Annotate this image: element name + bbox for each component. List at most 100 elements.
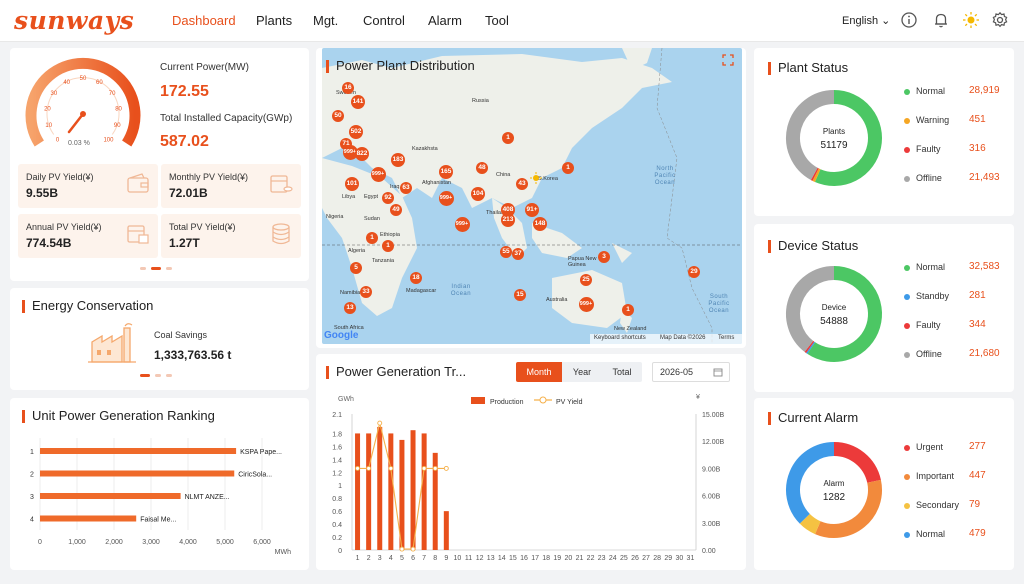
nav-control[interactable]: Control <box>363 13 405 28</box>
nav-tool[interactable]: Tool <box>485 13 509 28</box>
plant-cluster-marker[interactable]: 999+ <box>438 190 454 206</box>
plant-cluster-marker[interactable]: 3 <box>598 251 610 263</box>
plant-cluster-marker[interactable]: 49 <box>390 204 402 216</box>
plant-cluster-marker[interactable]: 148 <box>533 217 547 231</box>
terms-link[interactable]: Terms <box>718 335 734 341</box>
bell-icon[interactable] <box>932 11 950 29</box>
plant-cluster-marker[interactable]: 1 <box>382 240 394 252</box>
keyboard-shortcuts-link[interactable]: Keyboard shortcuts <box>594 335 646 341</box>
plant-cluster-marker[interactable]: 63 <box>400 182 412 194</box>
plant-cluster-marker[interactable]: 1 <box>502 132 514 144</box>
legend-secondary[interactable]: Secondary <box>904 500 959 510</box>
plant-cluster-marker[interactable]: 213 <box>501 213 515 227</box>
plant-cluster-marker[interactable]: 1 <box>366 232 378 244</box>
plant-cluster-marker[interactable]: 37 <box>512 248 524 260</box>
donut-segment[interactable] <box>833 442 881 484</box>
plant-cluster-marker[interactable]: 1 <box>622 304 634 316</box>
nav-dashboard[interactable]: Dashboard <box>172 13 236 28</box>
production-bar[interactable] <box>355 433 361 550</box>
language-select[interactable]: English ⌄ <box>842 14 890 27</box>
plant-cluster-marker[interactable]: 25 <box>580 274 592 286</box>
yield-point[interactable] <box>399 546 405 552</box>
nav-mgt[interactable]: Mgt. <box>313 13 338 28</box>
plant-cluster-marker[interactable]: 29 <box>688 266 700 278</box>
donut-segment[interactable] <box>814 90 882 186</box>
production-bar[interactable] <box>443 511 449 550</box>
legend-faulty[interactable]: Faulty <box>904 144 941 154</box>
legend-normal[interactable]: Normal <box>904 86 945 96</box>
donut-segment[interactable] <box>812 168 821 183</box>
plant-cluster-marker[interactable]: 50 <box>332 110 344 122</box>
plant-cluster-marker[interactable]: 183 <box>391 153 405 167</box>
legend-urgent[interactable]: Urgent <box>904 442 943 452</box>
legend-offline[interactable]: Offline <box>904 349 942 359</box>
plant-cluster-marker[interactable]: 91+ <box>525 203 539 217</box>
donut-segment[interactable] <box>806 341 816 354</box>
yield-point[interactable] <box>443 465 449 471</box>
right-axis-unit: ¥ <box>696 394 700 401</box>
production-bar[interactable] <box>366 433 372 550</box>
plant-cluster-marker[interactable]: 43 <box>516 178 528 190</box>
donut-segment[interactable] <box>810 167 819 181</box>
plant-cluster-marker[interactable]: 15 <box>514 289 526 301</box>
plant-cluster-marker[interactable]: 18 <box>410 272 422 284</box>
info-icon[interactable] <box>900 11 918 29</box>
legend-offline[interactable]: Offline <box>904 173 942 183</box>
legend-important[interactable]: Important <box>904 471 954 481</box>
yield-point[interactable] <box>388 465 394 471</box>
plant-cluster-marker[interactable]: 999+ <box>370 166 386 182</box>
plant-cluster-marker[interactable]: 999+ <box>578 296 594 312</box>
plant-cluster-marker[interactable]: 141 <box>351 95 365 109</box>
yield-point[interactable] <box>355 465 360 471</box>
plant-cluster-marker[interactable]: 1 <box>562 162 574 174</box>
donut-segment[interactable] <box>807 266 882 362</box>
energy-pager[interactable] <box>140 374 172 377</box>
plant-cluster-marker[interactable]: 33 <box>360 286 372 298</box>
yield-point[interactable] <box>377 420 383 426</box>
legend-normal[interactable]: Normal <box>904 262 945 272</box>
legend-faulty[interactable]: Faulty <box>904 320 941 330</box>
plant-cluster-marker[interactable]: 16 <box>342 82 354 94</box>
legend-production-swatch[interactable] <box>471 397 485 404</box>
nav-plants[interactable]: Plants <box>256 13 292 28</box>
plant-cluster-marker[interactable]: 101 <box>345 177 359 191</box>
legend-normal[interactable]: Normal <box>904 529 945 539</box>
donut-segment[interactable] <box>815 479 882 538</box>
production-bar[interactable] <box>388 433 394 550</box>
plant-cluster-marker[interactable]: 48 <box>476 162 488 174</box>
yield-point[interactable] <box>410 546 416 552</box>
rank-bar[interactable] <box>40 470 235 477</box>
plant-cluster-marker[interactable]: 999+ <box>454 216 470 232</box>
plant-cluster-marker[interactable]: 92 <box>382 192 394 204</box>
nav-alarm[interactable]: Alarm <box>428 13 462 28</box>
plant-cluster-marker[interactable]: 55 <box>500 246 512 258</box>
legend-standby[interactable]: Standby <box>904 291 949 301</box>
alarm-title: Current Alarm <box>767 410 859 425</box>
fullscreen-icon[interactable] <box>722 54 734 66</box>
plant-cluster-marker[interactable]: 104 <box>471 187 485 201</box>
yield-point[interactable] <box>366 465 372 471</box>
donut-segment[interactable] <box>799 513 821 535</box>
x-tick-label: 17 <box>531 555 539 562</box>
rank-bar[interactable] <box>40 448 237 454</box>
plant-cluster-marker[interactable]: 822 <box>355 147 369 161</box>
production-bar[interactable] <box>410 430 416 550</box>
yield-point[interactable] <box>421 465 427 471</box>
gear-icon[interactable] <box>991 11 1009 29</box>
donut-segment[interactable] <box>804 340 815 354</box>
yield-point[interactable] <box>432 465 438 471</box>
plant-cluster-marker[interactable]: 165 <box>439 165 453 179</box>
legend-warning[interactable]: Warning <box>904 115 949 125</box>
rank-bar[interactable] <box>40 515 137 522</box>
sunways-logo[interactable]: sunways <box>14 6 134 35</box>
overview-pager[interactable] <box>140 267 172 270</box>
world-map[interactable]: Russia Sweden Kazakhsta China S.Korea Af… <box>322 48 742 344</box>
plant-cluster-marker[interactable]: 5 <box>350 262 362 274</box>
sun-theme-icon[interactable] <box>962 11 980 29</box>
rank-bar[interactable] <box>40 493 181 499</box>
x-tick-label: 12 <box>476 555 484 562</box>
plant-cluster-marker[interactable]: 502 <box>349 125 363 139</box>
plant-cluster-marker[interactable]: 13 <box>344 302 356 314</box>
production-bar[interactable] <box>377 426 383 550</box>
production-bar[interactable] <box>421 433 427 550</box>
